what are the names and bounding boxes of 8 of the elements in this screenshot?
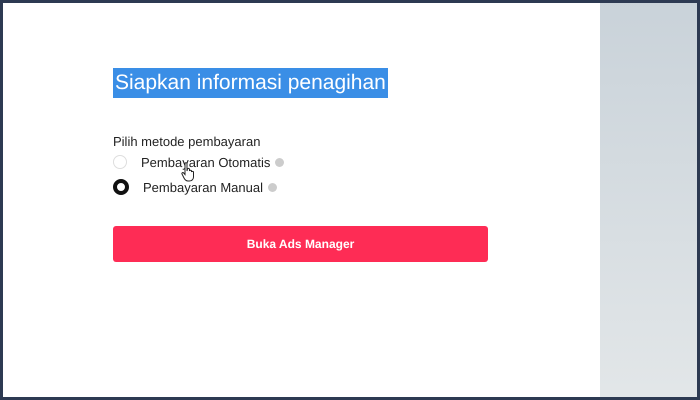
payment-option-label[interactable]: Pembayaran Manual <box>143 180 263 194</box>
payment-option-label[interactable]: Pembayaran Otomatis <box>141 154 270 170</box>
open-ads-manager-button[interactable]: Buka Ads Manager <box>113 226 488 262</box>
help-icon[interactable] <box>275 158 284 166</box>
page-title: Siapkan informasi penagihan <box>113 68 388 98</box>
payment-method-label: Pilih metode pembayaran <box>113 134 262 149</box>
help-icon[interactable] <box>268 182 277 192</box>
radio-button[interactable] <box>113 179 129 195</box>
